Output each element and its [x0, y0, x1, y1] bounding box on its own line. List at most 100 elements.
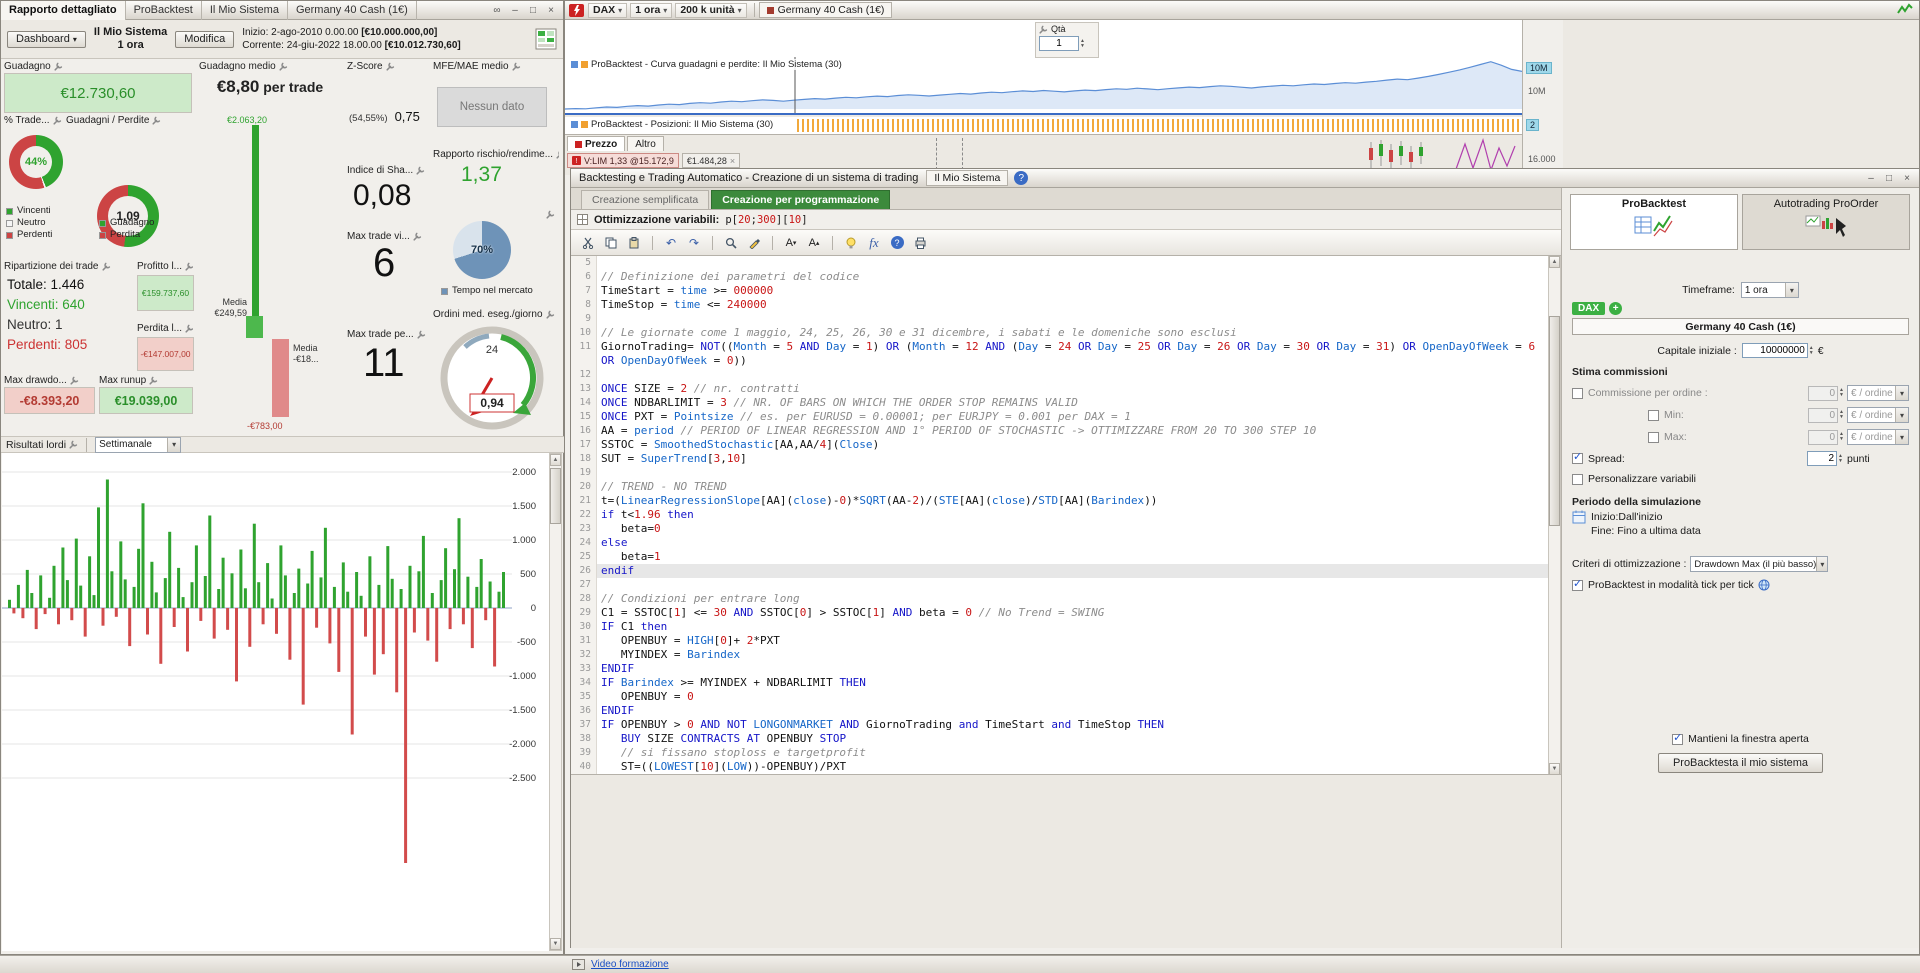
- wrench-icon[interactable]: [386, 62, 395, 71]
- personalize-checkbox[interactable]: ✓: [1572, 473, 1583, 485]
- commission-unit-dropdown[interactable]: € / ordine ▾: [1847, 385, 1909, 401]
- spread-checkbox[interactable]: ✓: [1572, 451, 1583, 464]
- scroll-thumb[interactable]: [550, 468, 561, 524]
- dashboard-button[interactable]: Dashboard ▾: [7, 30, 86, 48]
- help-icon[interactable]: ?: [1014, 171, 1029, 185]
- modifica-button[interactable]: Modifica: [175, 30, 235, 48]
- fx-icon[interactable]: fx: [865, 234, 883, 252]
- close-chip-icon[interactable]: ×: [730, 156, 735, 166]
- spread-input[interactable]: [1807, 451, 1838, 466]
- vlim-order-chip[interactable]: ! V:LIM 1,33 @15.172,9: [567, 153, 679, 168]
- wrench-icon[interactable]: [416, 166, 425, 175]
- units-dropdown[interactable]: 200 k unità ▾: [675, 2, 747, 18]
- redo-icon[interactable]: ↷: [685, 234, 703, 252]
- wrench-icon[interactable]: [556, 150, 559, 159]
- wrench-icon[interactable]: [54, 62, 63, 71]
- wrench-icon[interactable]: [185, 262, 193, 271]
- minimize-button[interactable]: –: [1863, 171, 1879, 185]
- minimize-button[interactable]: –: [507, 3, 523, 17]
- wrench-icon[interactable]: [152, 116, 161, 125]
- wrench-icon[interactable]: [417, 330, 426, 339]
- code-editor[interactable]: 5 6// Definizione dei parametri del codi…: [571, 256, 1561, 775]
- min-unit-dropdown[interactable]: € / ordine ▾: [1847, 407, 1909, 423]
- wrench-icon[interactable]: [413, 232, 422, 241]
- symbol-dropdown[interactable]: DAX ▾: [588, 2, 628, 18]
- min-input[interactable]: [1808, 407, 1839, 423]
- keep-open-checkbox[interactable]: ✓: [1672, 732, 1684, 745]
- dax-chip[interactable]: DAX: [1572, 302, 1606, 315]
- video-formazione-link[interactable]: Video formazione: [591, 959, 669, 970]
- scroll-thumb[interactable]: [1549, 316, 1560, 526]
- paste-icon[interactable]: [625, 234, 643, 252]
- wrench-icon[interactable]: [545, 310, 555, 319]
- scroll-down-icon[interactable]: ▼: [1549, 763, 1560, 774]
- scroll-down-icon[interactable]: ▼: [550, 938, 561, 950]
- max-spinner[interactable]: ▲ ▼: [1839, 432, 1844, 442]
- prt-chart-icon[interactable]: [1897, 2, 1913, 18]
- panel-timeframe-dropdown[interactable]: 1 ora ▾: [1740, 282, 1799, 298]
- close-button[interactable]: ×: [1899, 171, 1915, 185]
- tab-probacktest-panel[interactable]: ProBacktest: [1570, 194, 1738, 250]
- wrench-icon[interactable]: [185, 324, 193, 333]
- commission-input[interactable]: [1808, 385, 1839, 401]
- wrench-icon[interactable]: [53, 116, 62, 125]
- max-checkbox[interactable]: ✓: [1648, 431, 1659, 443]
- scroll-up-icon[interactable]: ▲: [1549, 256, 1560, 268]
- close-button[interactable]: ×: [543, 3, 559, 17]
- system-title-tab[interactable]: Il Mio Sistema: [926, 170, 1009, 186]
- period-dropdown[interactable]: Settimanale ▾: [95, 436, 182, 453]
- qta-spinner[interactable]: ▲ ▼: [1080, 38, 1085, 49]
- criteria-dropdown[interactable]: Drawdown Max (il più basso) ▾: [1690, 556, 1829, 572]
- report-grid-icon[interactable]: [535, 28, 557, 50]
- tab-il-mio-sistema[interactable]: Il Mio Sistema: [202, 0, 288, 20]
- wrench-icon[interactable]: [545, 210, 555, 219]
- copy-icon[interactable]: [602, 234, 620, 252]
- search-icon[interactable]: [722, 234, 740, 252]
- tab-autotrading-proorder[interactable]: Autotrading ProOrder: [1742, 194, 1910, 250]
- order-value-chip[interactable]: €1.484,28 ×: [681, 153, 741, 168]
- wrench-icon[interactable]: [512, 62, 521, 71]
- max-unit-dropdown[interactable]: € / ordine ▾: [1847, 429, 1909, 445]
- cut-icon[interactable]: [579, 234, 597, 252]
- weekly-scrollbar[interactable]: ▲ ▼: [549, 453, 562, 951]
- tab-prezzo[interactable]: Prezzo: [567, 136, 626, 151]
- link-windows-icon[interactable]: ∞: [489, 3, 505, 17]
- tab-altro[interactable]: Altro: [627, 136, 664, 151]
- qta-input[interactable]: [1039, 36, 1079, 51]
- print-icon[interactable]: [911, 234, 929, 252]
- wrench-icon[interactable]: [70, 376, 79, 385]
- tick-mode-checkbox[interactable]: ✓: [1572, 578, 1583, 591]
- min-spinner[interactable]: ▲ ▼: [1839, 410, 1844, 420]
- tab-creazione-semplificata[interactable]: Creazione semplificata: [581, 190, 710, 209]
- wrench-icon[interactable]: [279, 62, 288, 71]
- spread-spinner[interactable]: ▲ ▼: [1838, 453, 1843, 464]
- capital-spinner[interactable]: ▲ ▼: [1809, 345, 1814, 356]
- code-scrollbar[interactable]: ▲ ▼: [1548, 256, 1561, 774]
- timeframe-dropdown[interactable]: 1 ora ▾: [630, 2, 673, 18]
- wrench-icon[interactable]: [69, 440, 78, 449]
- font-smaller-icon[interactable]: A ▾: [782, 234, 800, 252]
- scroll-up-icon[interactable]: ▲: [550, 454, 561, 466]
- undo-icon[interactable]: ↶: [662, 234, 680, 252]
- min-checkbox[interactable]: ✓: [1648, 409, 1659, 421]
- tab-probacktest[interactable]: ProBacktest: [126, 0, 202, 20]
- wrench-icon[interactable]: [101, 262, 111, 271]
- optim-value[interactable]: p[20;300][10]: [725, 214, 807, 226]
- commission-spinner[interactable]: ▲ ▼: [1839, 388, 1844, 398]
- maximize-button[interactable]: □: [525, 3, 541, 17]
- help-icon[interactable]: ?: [888, 234, 906, 252]
- wrench-icon[interactable]: [1039, 25, 1048, 34]
- font-larger-icon[interactable]: A ▴: [805, 234, 823, 252]
- tab-germany40[interactable]: Germany 40 Cash (1€): [288, 0, 417, 20]
- max-input[interactable]: [1808, 429, 1839, 445]
- tab-rapporto-dettagliato[interactable]: Rapporto dettagliato: [1, 0, 126, 20]
- wrench-icon[interactable]: [149, 376, 158, 385]
- positions-pane[interactable]: ProBacktest - Posizioni: Il Mio Sistema …: [565, 117, 1522, 135]
- commission-checkbox[interactable]: ✓: [1572, 387, 1583, 399]
- tab-creazione-programmazione[interactable]: Creazione per programmazione: [711, 190, 891, 209]
- marker-icon[interactable]: [745, 234, 763, 252]
- add-instrument-icon[interactable]: +: [1609, 302, 1623, 315]
- lightbulb-icon[interactable]: [842, 234, 860, 252]
- code-lines[interactable]: 5 6// Definizione dei parametri del codi…: [571, 256, 1548, 774]
- maximize-button[interactable]: □: [1881, 171, 1897, 185]
